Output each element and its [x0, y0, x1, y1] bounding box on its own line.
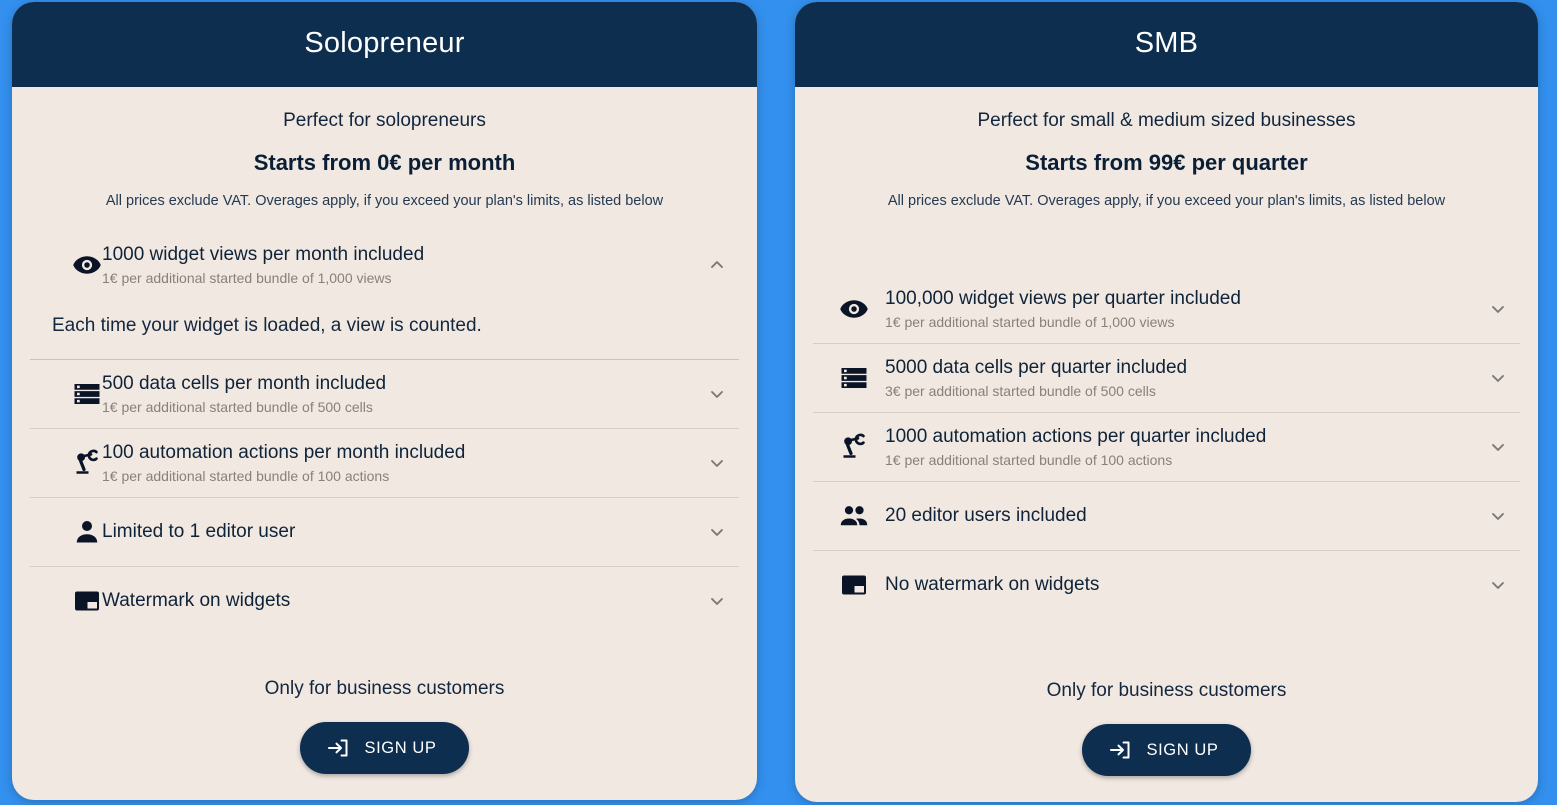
feature-row[interactable]: Limited to 1 editor user — [30, 498, 739, 566]
feature-title: Watermark on widgets — [102, 589, 291, 611]
pricing-card-solopreneur: Solopreneur Perfect for solopreneurs Sta… — [12, 2, 757, 800]
eye-icon — [30, 250, 102, 280]
feature-title: No watermark on widgets — [885, 573, 1100, 595]
watermark-icon — [30, 586, 102, 616]
chevron-up-icon[interactable] — [695, 255, 739, 275]
feature-text: No watermark on widgets — [885, 573, 1476, 597]
feature-title: 100,000 widget views per quarter include… — [885, 287, 1241, 309]
feature-title: 100 automation actions per month include… — [102, 441, 466, 463]
plan-tagline: Perfect for small & medium sized busines… — [977, 110, 1356, 131]
plan-tagline: Perfect for solopreneurs — [283, 110, 486, 131]
plan-footer-smb: Only for business customers SIGN UP — [813, 680, 1520, 802]
eye-icon — [813, 294, 885, 324]
feature-row[interactable]: 100 automation actions per month include… — [30, 429, 739, 497]
feature-subtitle: 1€ per additional started bundle of 500 … — [102, 398, 373, 415]
footer-note: Only for business customers — [1046, 680, 1287, 701]
plan-title-solopreneur: Solopreneur — [12, 2, 757, 87]
feature-row[interactable]: 5000 data cells per quarter included 3€ … — [813, 344, 1520, 412]
plan-intro-solopreneur: Perfect for solopreneurs Starts from 0€ … — [30, 87, 739, 209]
pricing-card-smb: SMB Perfect for small & medium sized bus… — [795, 2, 1538, 802]
chevron-down-icon[interactable] — [1476, 506, 1520, 526]
chevron-down-icon[interactable] — [1476, 299, 1520, 319]
plan-vat-note: All prices exclude VAT. Overages apply, … — [887, 192, 1446, 209]
feature-subtitle: 3€ per additional started bundle of 500 … — [885, 382, 1156, 399]
chevron-down-icon[interactable] — [695, 591, 739, 611]
feature-text: 1000 widget views per month included 1€ … — [102, 243, 695, 287]
chevron-down-icon[interactable] — [695, 522, 739, 542]
sign-in-arrow-icon — [326, 736, 350, 760]
feature-title: 20 editor users included — [885, 504, 1087, 526]
sign-up-label: SIGN UP — [364, 738, 437, 757]
feature-text: 100 automation actions per month include… — [102, 441, 695, 485]
sign-up-button[interactable]: SIGN UP — [300, 722, 469, 774]
feature-text: 100,000 widget views per quarter include… — [885, 287, 1476, 331]
chevron-down-icon[interactable] — [1476, 575, 1520, 595]
chevron-down-icon[interactable] — [1476, 437, 1520, 457]
feature-list-solopreneur: 1000 widget views per month included 1€ … — [30, 231, 739, 635]
feature-detail: Each time your widget is loaded, a view … — [52, 314, 482, 336]
feature-text: 5000 data cells per quarter included 3€ … — [885, 356, 1476, 400]
feature-list-smb: 100,000 widget views per quarter include… — [813, 275, 1520, 619]
sign-up-button[interactable]: SIGN UP — [1082, 724, 1251, 776]
feature-row[interactable]: Watermark on widgets — [30, 567, 739, 635]
plan-intro-smb: Perfect for small & medium sized busines… — [813, 87, 1520, 209]
data-cells-icon — [813, 363, 885, 393]
feature-subtitle: 1€ per additional started bundle of 100 … — [102, 467, 390, 484]
feature-row[interactable]: 1000 widget views per month included 1€ … — [30, 231, 739, 299]
pricing-page: Solopreneur Perfect for solopreneurs Sta… — [0, 0, 1557, 805]
feature-text: Watermark on widgets — [102, 589, 695, 613]
data-cells-icon — [30, 379, 102, 409]
feature-row[interactable]: 100,000 widget views per quarter include… — [813, 275, 1520, 343]
plan-footer-solopreneur: Only for business customers SIGN UP — [30, 678, 739, 800]
feature-text: 500 data cells per month included 1€ per… — [102, 372, 695, 416]
feature-text: 20 editor users included — [885, 504, 1476, 528]
sign-up-label: SIGN UP — [1146, 740, 1219, 759]
sign-in-arrow-icon — [1108, 738, 1132, 762]
feature-row[interactable]: 20 editor users included — [813, 482, 1520, 550]
feature-subtitle: 1€ per additional started bundle of 100 … — [885, 451, 1173, 468]
robot-arm-icon — [813, 432, 885, 462]
feature-text: Limited to 1 editor user — [102, 520, 695, 544]
feature-row[interactable]: 1000 automation actions per quarter incl… — [813, 413, 1520, 481]
plan-body-smb: Perfect for small & medium sized busines… — [795, 87, 1538, 802]
plan-price: Starts from 99€ per quarter — [1025, 149, 1308, 175]
chevron-down-icon[interactable] — [695, 453, 739, 473]
footer-note: Only for business customers — [264, 678, 505, 699]
robot-arm-icon — [30, 448, 102, 478]
chevron-down-icon[interactable] — [1476, 368, 1520, 388]
feature-title: Limited to 1 editor user — [102, 520, 296, 542]
feature-title: 5000 data cells per quarter included — [885, 356, 1188, 378]
feature-text: 1000 automation actions per quarter incl… — [885, 425, 1476, 469]
watermark-icon — [813, 570, 885, 600]
feature-subtitle: 1€ per additional started bundle of 1,00… — [102, 269, 392, 286]
plan-title-smb: SMB — [795, 2, 1538, 87]
feature-title: 1000 widget views per month included — [102, 243, 425, 265]
feature-subtitle: 1€ per additional started bundle of 1,00… — [885, 313, 1175, 330]
feature-title: 1000 automation actions per quarter incl… — [885, 425, 1267, 447]
chevron-down-icon[interactable] — [695, 384, 739, 404]
plan-vat-note: All prices exclude VAT. Overages apply, … — [105, 192, 664, 209]
people-icon — [813, 501, 885, 531]
feature-row[interactable]: 500 data cells per month included 1€ per… — [30, 360, 739, 428]
plan-price: Starts from 0€ per month — [253, 149, 516, 175]
feature-row[interactable]: No watermark on widgets — [813, 551, 1520, 619]
feature-title: 500 data cells per month included — [102, 372, 387, 394]
person-icon — [30, 517, 102, 547]
plan-body-solopreneur: Perfect for solopreneurs Starts from 0€ … — [12, 87, 757, 800]
